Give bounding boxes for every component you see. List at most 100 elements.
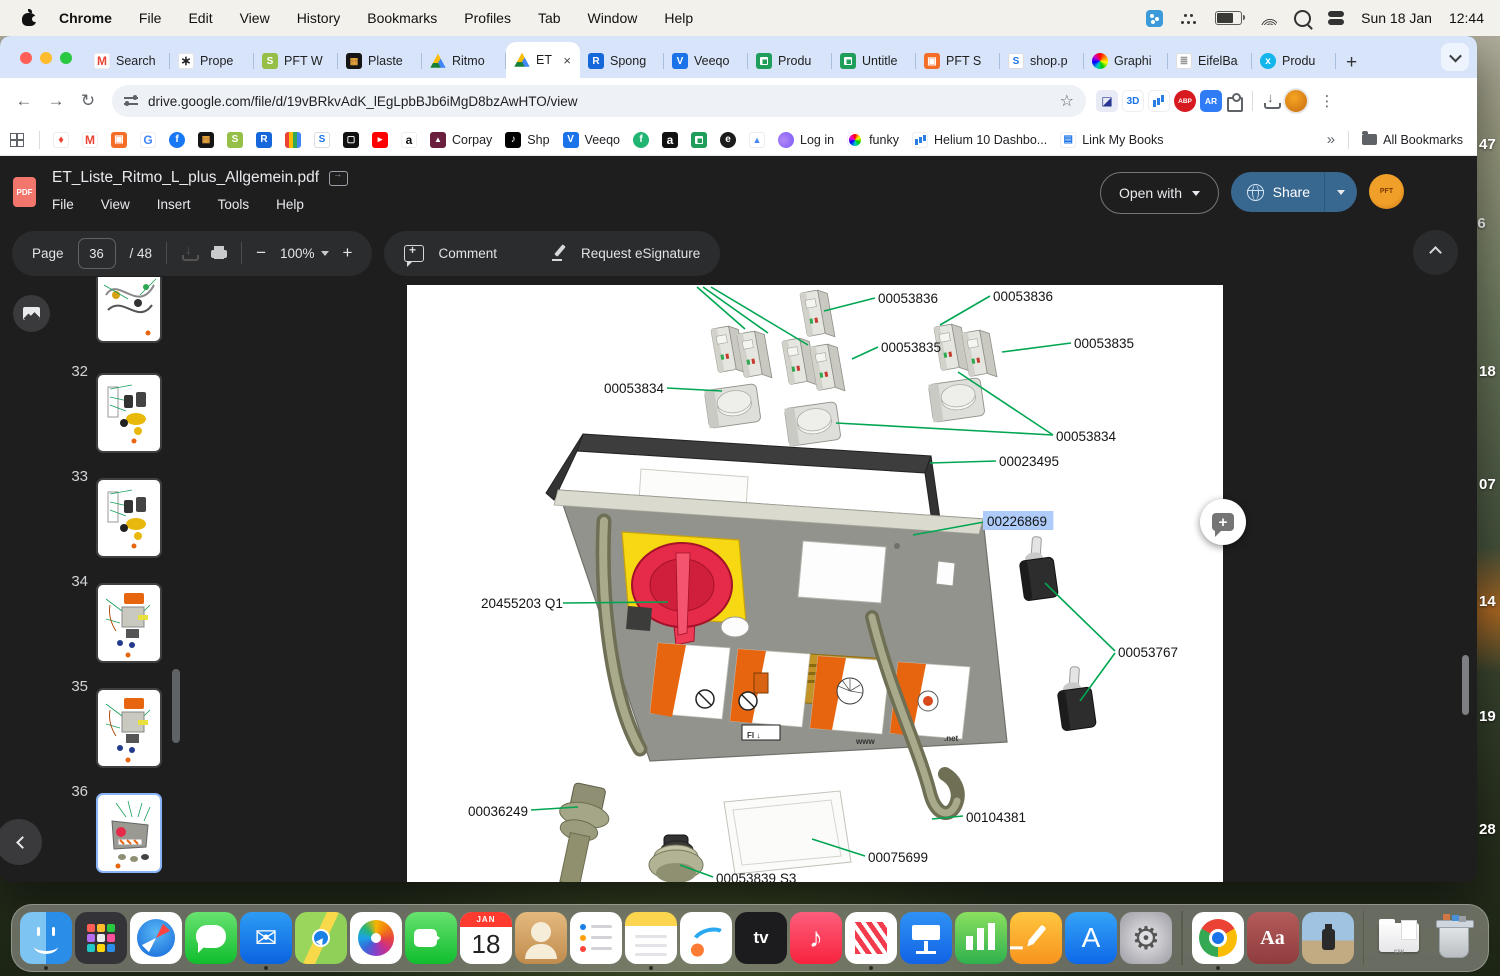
dock-tv-icon[interactable]: tv bbox=[735, 909, 787, 967]
menubar-item-edit[interactable]: Edit bbox=[188, 10, 212, 26]
stage-manager-icon[interactable] bbox=[1180, 12, 1198, 24]
drive-menu-file[interactable]: File bbox=[52, 197, 74, 212]
bookmark-link-my-books[interactable]: ▤Link My Books bbox=[1060, 132, 1163, 148]
status-app-icon[interactable] bbox=[1146, 10, 1163, 27]
bookmark-helium-10-dashbo-[interactable]: Helium 10 Dashbo... bbox=[912, 132, 1047, 148]
menubar-item-profiles[interactable]: Profiles bbox=[464, 10, 511, 26]
apps-grid-icon[interactable] bbox=[10, 133, 24, 147]
close-tab-icon[interactable]: × bbox=[562, 53, 572, 68]
menubar-item-window[interactable]: Window bbox=[588, 10, 638, 26]
bookmark-star-icon[interactable]: ☆ bbox=[1060, 91, 1074, 111]
url-text[interactable]: drive.google.com/file/d/19vBRkvAdK_lEgLp… bbox=[148, 94, 1050, 109]
dock-safari-icon[interactable] bbox=[130, 909, 182, 967]
request-esignature-button[interactable]: Request eSignature bbox=[581, 246, 700, 261]
bookmark-funky[interactable]: funky bbox=[847, 132, 899, 148]
extensions-puzzle-icon[interactable] bbox=[1226, 93, 1242, 109]
share-menu-caret[interactable] bbox=[1324, 172, 1357, 212]
bookmark-yt[interactable]: ▸ bbox=[372, 132, 388, 148]
bookmark-shp[interactable]: ♪Shp bbox=[505, 132, 549, 148]
tab-pft-w[interactable]: SPFT W bbox=[254, 44, 338, 78]
back-button[interactable]: ← bbox=[10, 87, 38, 115]
dock-facetime-icon[interactable] bbox=[405, 909, 457, 967]
share-button[interactable]: Share bbox=[1231, 172, 1357, 212]
bookmark-log-in[interactable]: Log in bbox=[778, 132, 834, 148]
menubar-item-view[interactable]: View bbox=[240, 10, 270, 26]
bookmarks-overflow-button[interactable]: » bbox=[1327, 131, 1335, 148]
bookmark-corpay[interactable]: ▲Corpay bbox=[430, 132, 492, 148]
dock-settings-icon[interactable]: ⚙ bbox=[1120, 909, 1172, 967]
page-scrollbar[interactable] bbox=[1462, 655, 1469, 715]
collapse-toolbar-button[interactable] bbox=[1413, 230, 1458, 275]
menubar-item-bookmarks[interactable]: Bookmarks bbox=[367, 10, 437, 26]
dock-appstore-icon[interactable]: A bbox=[1065, 909, 1117, 967]
drive-menu-insert[interactable]: Insert bbox=[157, 197, 191, 212]
tab-search[interactable]: MSearch bbox=[86, 44, 170, 78]
tab-search-button[interactable] bbox=[1441, 43, 1469, 71]
extension-adblock-icon[interactable]: ABP bbox=[1174, 90, 1196, 112]
menubar-date[interactable]: Sun 18 Jan bbox=[1361, 10, 1432, 26]
dock-reminders-icon[interactable] bbox=[570, 909, 622, 967]
dock-trash-icon[interactable] bbox=[1428, 909, 1480, 967]
page-thumbnail-36[interactable] bbox=[96, 793, 162, 873]
extension-3d-icon[interactable]: 3D bbox=[1122, 90, 1144, 112]
dock-keynote-icon[interactable] bbox=[900, 909, 952, 967]
page-thumbnail-partial[interactable] bbox=[96, 277, 162, 343]
dock-news-icon[interactable] bbox=[845, 909, 897, 967]
menubar-time[interactable]: 12:44 bbox=[1449, 10, 1484, 26]
dock-photos-icon[interactable] bbox=[350, 909, 402, 967]
drive-menu-help[interactable]: Help bbox=[276, 197, 304, 212]
tab-prope[interactable]: ∗Prope bbox=[170, 44, 254, 78]
page-thumbnail-34[interactable] bbox=[96, 583, 162, 663]
bookmark-sqr[interactable]: ▢ bbox=[343, 132, 359, 148]
tab-produ[interactable]: Produ bbox=[748, 44, 832, 78]
dock-chrome-icon[interactable] bbox=[1192, 909, 1244, 967]
control-center-icon[interactable] bbox=[1328, 11, 1344, 25]
tab-graphi[interactable]: Graphi bbox=[1084, 44, 1168, 78]
sidebar-scrollbar[interactable] bbox=[172, 669, 180, 743]
bookmark-shopify[interactable]: S bbox=[227, 132, 243, 148]
dock-maps-icon[interactable] bbox=[295, 909, 347, 967]
tab-spong[interactable]: RSpong bbox=[580, 44, 664, 78]
close-window-button[interactable] bbox=[20, 52, 32, 64]
bookmark-pft[interactable]: ▣ bbox=[111, 132, 127, 148]
tab-produ[interactable]: xProdu bbox=[1252, 44, 1336, 78]
minimize-window-button[interactable] bbox=[40, 52, 52, 64]
dock-launchpad-icon[interactable] bbox=[75, 909, 127, 967]
print-icon[interactable] bbox=[211, 246, 227, 261]
dock-finder-icon[interactable] bbox=[20, 909, 72, 967]
bookmark-amazon[interactable]: a bbox=[401, 132, 417, 148]
bookmark-g[interactable]: G bbox=[140, 132, 156, 148]
drive-menu-tools[interactable]: Tools bbox=[218, 197, 250, 212]
bookmark-sheets[interactable] bbox=[691, 132, 707, 148]
dock-dict-icon[interactable]: Aa bbox=[1247, 909, 1299, 967]
move-to-folder-icon[interactable] bbox=[329, 171, 348, 186]
tab-plaste[interactable]: ▦Plaste bbox=[338, 44, 422, 78]
tab-veeqo[interactable]: VVeeqo bbox=[664, 44, 748, 78]
page-thumbnail-35[interactable] bbox=[96, 688, 162, 768]
tab-shop-p[interactable]: Sshop.p bbox=[1000, 44, 1084, 78]
chrome-menu-button[interactable]: ⋮ bbox=[1313, 87, 1341, 115]
dock-imgfile-icon[interactable] bbox=[1302, 909, 1354, 967]
all-bookmarks-button[interactable]: All Bookmarks bbox=[1362, 133, 1463, 147]
menubar-item-help[interactable]: Help bbox=[664, 10, 693, 26]
menubar-item-file[interactable]: File bbox=[139, 10, 162, 26]
dock-mail-icon[interactable]: ✉ bbox=[240, 909, 292, 967]
extension-ar-icon[interactable]: AR bbox=[1200, 90, 1222, 112]
bookmark-shopcart[interactable]: S bbox=[314, 132, 330, 148]
site-info-icon[interactable] bbox=[124, 95, 138, 107]
bookmark-ricon[interactable]: R bbox=[256, 132, 272, 148]
tab-untitle[interactable]: Untitle bbox=[832, 44, 916, 78]
bookmark-veeqo[interactable]: VVeeqo bbox=[563, 132, 620, 148]
apple-logo-icon[interactable] bbox=[22, 10, 37, 26]
profile-avatar[interactable] bbox=[1283, 88, 1309, 114]
file-name[interactable]: ET_Liste_Ritmo_L_plus_Allgemein.pdf bbox=[52, 169, 319, 187]
wifi-icon[interactable] bbox=[1259, 12, 1277, 25]
zoom-level[interactable]: 100% bbox=[280, 246, 329, 261]
reload-button[interactable]: ↻ bbox=[74, 87, 102, 115]
download-icon[interactable] bbox=[181, 245, 197, 261]
extension-photo-icon[interactable]: ◪ bbox=[1096, 90, 1118, 112]
bookmark-amazon2[interactable]: a bbox=[662, 132, 678, 148]
address-bar[interactable]: drive.google.com/file/d/19vBRkvAdK_lEgLp… bbox=[112, 85, 1086, 117]
dock-pages-icon[interactable] bbox=[1010, 909, 1062, 967]
drive-menu-view[interactable]: View bbox=[101, 197, 130, 212]
